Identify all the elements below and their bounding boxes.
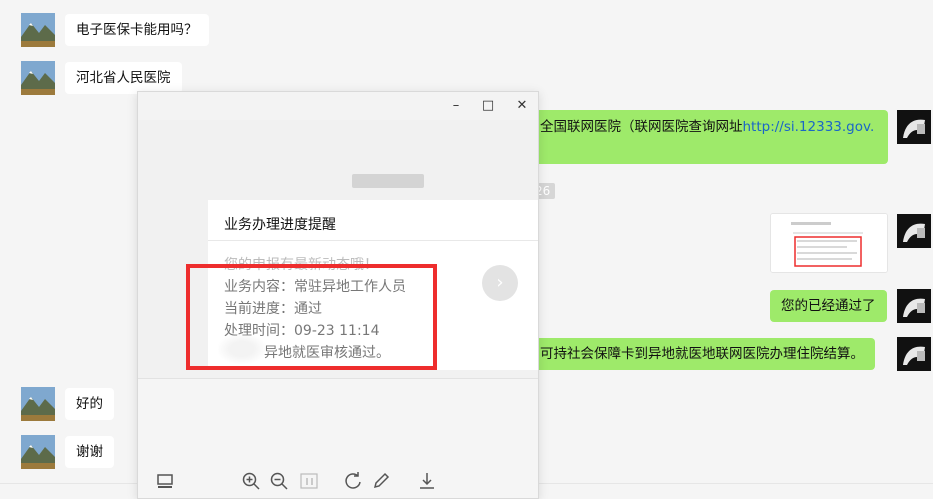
message-received[interactable]: 电子医保卡能用吗？ xyxy=(65,14,209,46)
self-avatar[interactable] xyxy=(897,289,931,323)
contact-avatar[interactable] xyxy=(21,387,55,421)
message-text: 全国联网医院（联网医院查询网址 xyxy=(540,119,743,135)
edit-icon[interactable] xyxy=(370,471,392,493)
message-received[interactable]: 河北省人民医院 xyxy=(65,62,182,94)
message-received[interactable]: 好的 xyxy=(65,388,114,420)
minimize-button[interactable]: – xyxy=(445,96,467,116)
close-button[interactable]: ✕ xyxy=(511,96,533,116)
actual-size-icon[interactable] xyxy=(298,471,320,493)
image-thumbnail xyxy=(771,214,887,272)
contact-avatar[interactable] xyxy=(21,435,55,469)
download-icon[interactable] xyxy=(416,471,438,493)
viewer-toolbar xyxy=(138,378,538,498)
viewer-titlebar[interactable]: – □ ✕ xyxy=(138,92,538,120)
redaction-blur xyxy=(218,334,266,364)
rotate-icon[interactable] xyxy=(342,471,364,493)
message-received[interactable]: 谢谢 xyxy=(65,436,114,468)
message-sent[interactable]: 您的已经通过了 xyxy=(770,290,887,322)
zoom-in-icon[interactable] xyxy=(240,471,262,493)
blurred-timestamp xyxy=(352,174,424,188)
contact-avatar[interactable] xyxy=(21,61,55,95)
self-avatar[interactable] xyxy=(897,337,931,371)
card-title: 业务办理进度提醒 xyxy=(224,217,336,233)
self-avatar[interactable] xyxy=(897,214,931,248)
message-sent[interactable]: 可持社会保障卡到异地就医地联网医院办理住院结算。 xyxy=(530,338,875,370)
self-avatar[interactable] xyxy=(897,110,931,144)
link-url[interactable]: http://si.12333.gov. xyxy=(743,119,875,135)
layout-icon[interactable] xyxy=(154,471,176,493)
maximize-button[interactable]: □ xyxy=(477,96,499,116)
zoom-out-icon[interactable] xyxy=(268,471,290,493)
message-sent[interactable]: 全国联网医院（联网医院查询网址http://si.12333.gov. xyxy=(520,110,888,164)
card-divider xyxy=(208,240,538,241)
image-message[interactable] xyxy=(770,213,888,273)
chevron-right-icon: › xyxy=(482,265,518,301)
contact-avatar[interactable] xyxy=(21,13,55,47)
